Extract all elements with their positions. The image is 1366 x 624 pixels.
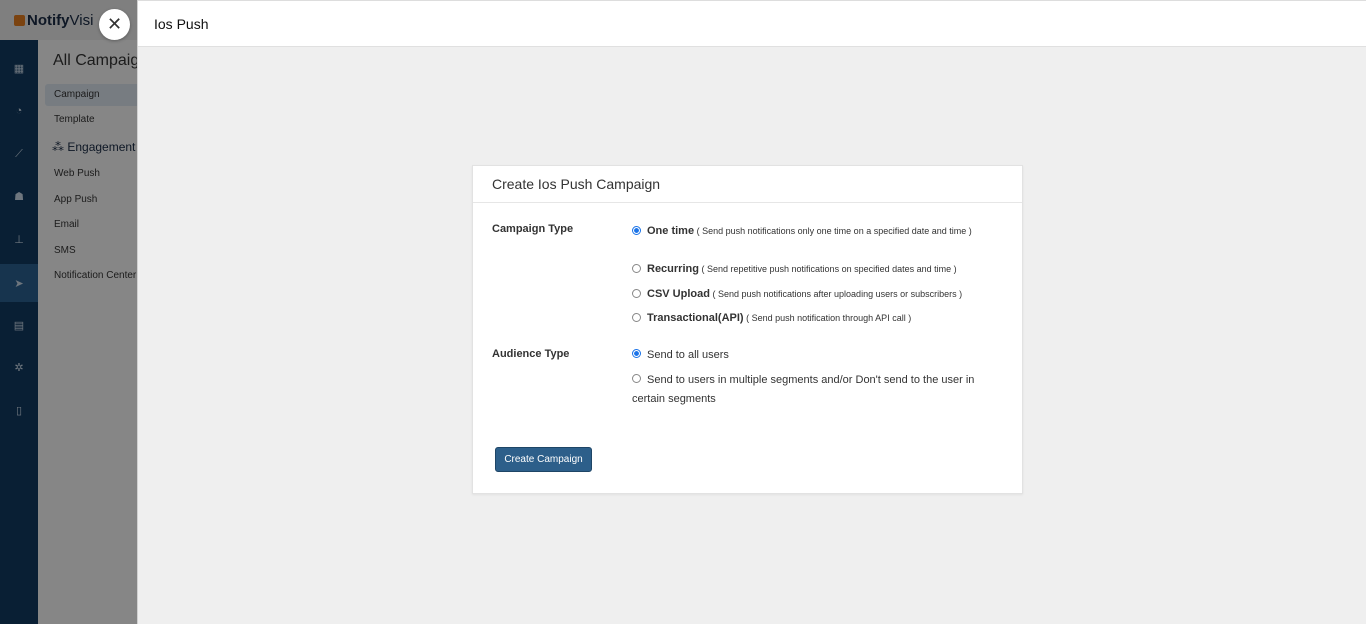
campaign-type-label: Campaign Type <box>492 223 574 235</box>
card-header: Create Ios Push Campaign <box>473 166 1022 203</box>
campaign-option-one-time[interactable]: One time ( Send push notifications only … <box>632 224 1002 238</box>
audience-type-label: Audience Type <box>492 348 570 360</box>
radio-transactional[interactable] <box>632 313 641 322</box>
radio-recurring[interactable] <box>632 264 641 273</box>
radio-all-users[interactable] <box>632 349 641 358</box>
campaign-option-recurring[interactable]: Recurring ( Send repetitive push notific… <box>632 262 1002 276</box>
campaign-option-csv-upload[interactable]: CSV Upload ( Send push notifications aft… <box>632 287 1002 301</box>
audience-option-segments[interactable]: Send to users in multiple segments and/o… <box>632 371 992 409</box>
radio-one-time[interactable] <box>632 226 641 235</box>
radio-csv-upload[interactable] <box>632 289 641 298</box>
sheet-header: Ios Push <box>138 0 1366 47</box>
campaign-option-transactional[interactable]: Transactional(API) ( Send push notificat… <box>632 311 1002 325</box>
radio-segments[interactable] <box>632 374 641 383</box>
close-icon: ✕ <box>106 14 123 34</box>
close-button[interactable]: ✕ <box>99 9 130 40</box>
card-title: Create Ios Push Campaign <box>492 176 661 192</box>
create-campaign-button[interactable]: Create Campaign <box>495 447 592 472</box>
sheet-title: Ios Push <box>154 15 209 32</box>
create-campaign-card: Create Ios Push Campaign Campaign Type O… <box>472 165 1023 494</box>
overlay-dim[interactable] <box>0 0 140 624</box>
audience-option-all-users[interactable]: Send to all users <box>632 346 992 365</box>
